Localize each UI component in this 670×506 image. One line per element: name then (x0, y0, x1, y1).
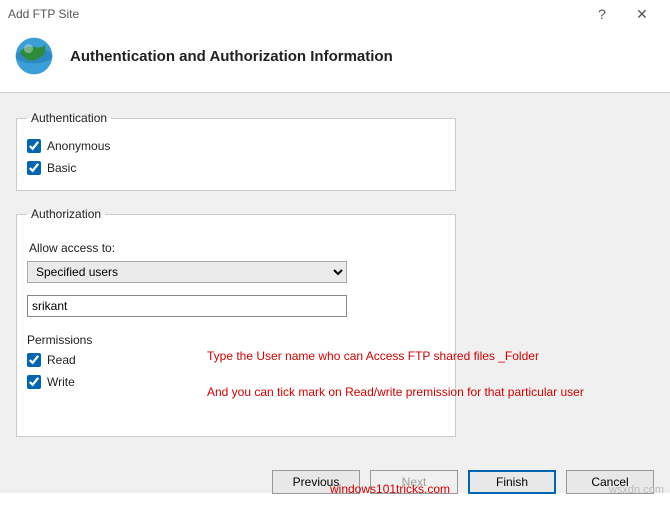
read-checkbox[interactable] (27, 353, 41, 367)
authentication-group: Authentication Anonymous Basic (16, 111, 456, 191)
authorization-legend: Authorization (27, 207, 105, 221)
authentication-legend: Authentication (27, 111, 111, 125)
watermark-source1: windows101tricks.com (330, 482, 450, 496)
page-title: Authentication and Authorization Informa… (70, 48, 393, 65)
finish-button[interactable]: Finish (468, 470, 556, 494)
globe-icon (12, 34, 56, 78)
annotation-permissions: And you can tick mark on Read/write prem… (207, 385, 584, 399)
basic-checkbox[interactable] (27, 161, 41, 175)
write-label: Write (47, 375, 75, 389)
anonymous-checkbox[interactable] (27, 139, 41, 153)
permissions-label: Permissions (27, 333, 445, 347)
window-title: Add FTP Site (8, 7, 582, 21)
basic-label: Basic (47, 161, 76, 175)
anonymous-label: Anonymous (47, 139, 110, 153)
annotation-username: Type the User name who can Access FTP sh… (207, 349, 539, 363)
authorization-group: Authorization Allow access to: Specified… (16, 207, 456, 437)
watermark-source2: wsxdn.com (609, 484, 664, 496)
allow-access-label: Allow access to: (29, 241, 445, 255)
wizard-header: Authentication and Authorization Informa… (0, 28, 670, 93)
titlebar: Add FTP Site ? ✕ (0, 0, 670, 28)
content-area: Authentication Anonymous Basic Authoriza… (0, 93, 670, 493)
write-checkbox[interactable] (27, 375, 41, 389)
help-button[interactable]: ? (582, 6, 622, 22)
close-button[interactable]: ✕ (622, 6, 662, 23)
read-label: Read (47, 353, 76, 367)
allow-access-select[interactable]: Specified users (27, 261, 347, 283)
username-input[interactable] (27, 295, 347, 317)
